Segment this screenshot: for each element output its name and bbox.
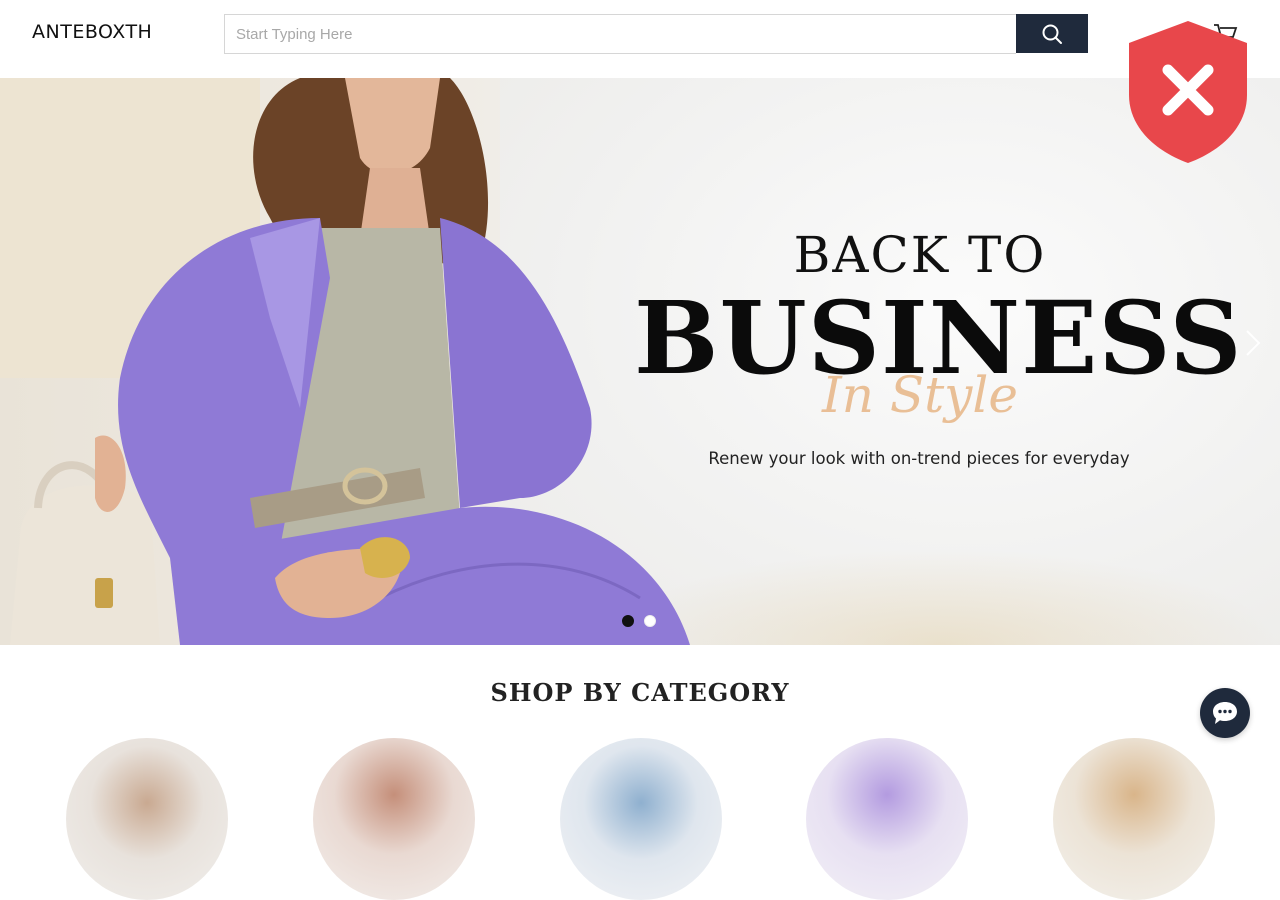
- chat-button[interactable]: [1200, 688, 1250, 738]
- hero-script-text: In Style: [821, 366, 1019, 424]
- hero-subtitle: Renew your look with on-trend pieces for…: [708, 449, 1130, 468]
- section-title: SHOP BY CATEGORY: [490, 678, 790, 707]
- carousel-dots: [622, 615, 656, 627]
- carousel-dot-1[interactable]: [622, 615, 634, 627]
- gold-dust-decoration: [600, 548, 1280, 645]
- search-input[interactable]: [224, 14, 1016, 54]
- chevron-right-icon[interactable]: [1243, 328, 1263, 358]
- chat-bubble-icon: [1213, 702, 1237, 724]
- shield-x-icon: [1129, 21, 1247, 163]
- search-icon: [1042, 24, 1062, 44]
- search-bar: [224, 14, 1088, 54]
- category-item[interactable]: [806, 738, 968, 900]
- category-item[interactable]: [1053, 738, 1215, 900]
- site-header: ANTEBOXTH: [0, 0, 1280, 78]
- hero-model-image: [0, 78, 690, 645]
- logo[interactable]: ANTEBOXTH: [32, 21, 152, 43]
- search-button[interactable]: [1016, 14, 1088, 53]
- category-row: [0, 738, 1280, 900]
- category-item[interactable]: [66, 738, 228, 900]
- category-item[interactable]: [560, 738, 722, 900]
- carousel-dot-2[interactable]: [644, 615, 656, 627]
- category-item[interactable]: [313, 738, 475, 900]
- hero-title-line1: BACK TO: [793, 226, 1047, 284]
- hero-banner[interactable]: BACK TO BUSINESS In Style Renew your loo…: [0, 78, 1280, 645]
